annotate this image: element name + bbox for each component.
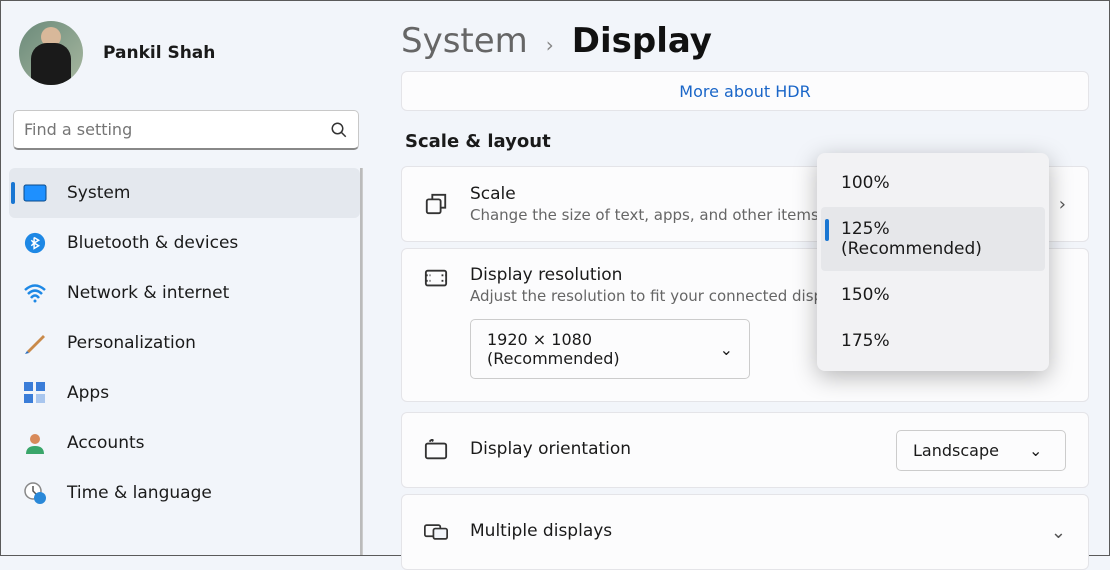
hdr-card[interactable]: More about HDR	[401, 71, 1089, 111]
clock-globe-icon	[23, 481, 47, 505]
system-icon	[23, 181, 47, 205]
setting-title: Multiple displays	[470, 521, 1029, 541]
search-icon	[330, 121, 348, 139]
nav-label: Network & internet	[67, 283, 229, 303]
dropdown-option[interactable]: 150%	[821, 273, 1045, 317]
search-input[interactable]	[13, 110, 359, 150]
setting-orientation: Display orientation Landscape ⌄	[401, 412, 1089, 488]
main-content: System › Display More about HDR Scale & …	[371, 1, 1109, 555]
scale-dropdown: 100% 125% (Recommended) 150% 175%	[817, 153, 1049, 371]
sidebar-item-personalization[interactable]: Personalization	[9, 318, 360, 368]
nav-label: Apps	[67, 383, 109, 403]
resolution-select[interactable]: 1920 × 1080 (Recommended) ⌄	[470, 319, 750, 379]
sidebar-item-bluetooth[interactable]: Bluetooth & devices	[9, 218, 360, 268]
scale-icon	[424, 192, 448, 216]
multiple-displays-icon	[424, 520, 448, 544]
sidebar-item-accounts[interactable]: Accounts	[9, 418, 360, 468]
dropdown-option[interactable]: 175%	[821, 319, 1045, 363]
person-icon	[23, 431, 47, 455]
nav-label: System	[67, 183, 130, 203]
nav-label: Personalization	[67, 333, 196, 353]
hdr-link[interactable]: More about HDR	[679, 82, 810, 101]
breadcrumb: System › Display	[401, 21, 1089, 61]
chevron-down-icon: ⌄	[1029, 441, 1042, 460]
nav-label: Bluetooth & devices	[67, 233, 238, 253]
search-field[interactable]	[24, 120, 330, 139]
breadcrumb-parent[interactable]: System	[401, 21, 528, 61]
user-name: Pankil Shah	[103, 43, 215, 63]
nav-label: Accounts	[67, 433, 145, 453]
page-title: Display	[572, 21, 712, 61]
setting-title: Display orientation	[470, 439, 874, 459]
sidebar-item-network[interactable]: Network & internet	[9, 268, 360, 318]
sidebar-item-time-language[interactable]: Time & language	[9, 468, 360, 518]
setting-multiple-displays[interactable]: Multiple displays ⌄	[401, 494, 1089, 570]
dropdown-option[interactable]: 100%	[821, 161, 1045, 205]
wifi-icon	[23, 281, 47, 305]
sidebar: Pankil Shah System Bluetooth & de	[1, 1, 371, 555]
chevron-right-icon[interactable]: ›	[1059, 194, 1066, 215]
sidebar-item-apps[interactable]: Apps	[9, 368, 360, 418]
chevron-right-icon: ›	[546, 33, 554, 57]
avatar	[19, 21, 83, 85]
nav-list: System Bluetooth & devices Network & int…	[9, 168, 363, 555]
apps-icon	[23, 381, 47, 405]
brush-icon	[23, 331, 47, 355]
chevron-down-icon: ⌄	[720, 340, 733, 359]
section-title: Scale & layout	[405, 131, 1089, 152]
nav-label: Time & language	[67, 483, 212, 503]
bluetooth-icon	[23, 231, 47, 255]
orientation-icon	[424, 438, 448, 462]
orientation-select[interactable]: Landscape ⌄	[896, 430, 1066, 471]
select-value: 1920 × 1080 (Recommended)	[487, 330, 690, 368]
resolution-icon	[424, 265, 448, 289]
chevron-down-icon[interactable]: ⌄	[1051, 522, 1066, 543]
sidebar-item-system[interactable]: System	[9, 168, 360, 218]
user-block[interactable]: Pankil Shah	[9, 16, 363, 110]
select-value: Landscape	[913, 441, 999, 460]
dropdown-option[interactable]: 125% (Recommended)	[821, 207, 1045, 271]
